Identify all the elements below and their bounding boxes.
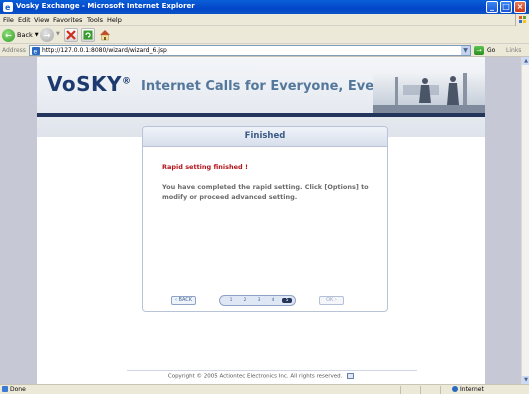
menu-tools[interactable]: Tools <box>87 16 103 24</box>
back-button[interactable]: ← Back ▼ <box>2 28 39 42</box>
menu-file[interactable]: File <box>3 16 14 24</box>
minimize-button[interactable]: _ <box>486 1 498 13</box>
logo-text: VoSKY <box>47 72 123 96</box>
status-separator <box>440 386 441 394</box>
ie-logo-icon: e <box>3 2 13 12</box>
banner-photo-image <box>373 71 485 113</box>
forward-button[interactable]: → <box>40 28 54 42</box>
header-banner: VoSKY® Internet Calls for Everyone, Ever… <box>37 57 485 137</box>
step-4: 4 <box>271 298 275 303</box>
panel-description: You have completed the rapid setting. Cl… <box>162 183 369 201</box>
status-separator <box>420 386 421 394</box>
scroll-down-icon[interactable]: ▼ <box>522 376 529 384</box>
step-3: 3 <box>257 298 261 303</box>
footer-logo-icon <box>347 373 355 379</box>
step-5: 5 <box>282 298 292 303</box>
status-text: Done <box>10 386 26 393</box>
scroll-up-icon[interactable]: ▲ <box>522 57 529 65</box>
page-content: VoSKY® Internet Calls for Everyone, Ever… <box>37 57 485 384</box>
back-step-button[interactable]: ‹ BACK <box>171 296 196 305</box>
home-button[interactable] <box>98 28 112 42</box>
forward-dropdown-icon[interactable]: ▼ <box>56 31 60 37</box>
vertical-scrollbar[interactable]: ▲ ▼ <box>521 57 529 384</box>
toolbar: ← Back ▼ → ▼ <box>0 26 529 44</box>
page-icon: e <box>32 47 40 55</box>
copyright-text: Copyright © 2005 Actiontec Electronics I… <box>167 373 343 380</box>
step-2: 2 <box>243 298 247 303</box>
go-arrow-icon[interactable]: → <box>474 46 484 55</box>
stop-icon <box>66 30 76 40</box>
panel-header: Finished <box>143 127 387 147</box>
panel-title: Finished <box>244 131 286 141</box>
footer-divider <box>127 370 417 371</box>
svg-text:e: e <box>5 3 11 12</box>
back-arrow-icon: ← <box>2 28 15 42</box>
ok-button[interactable]: OK › <box>319 296 344 305</box>
address-url: http://127.0.0.1:8080/wizard/wizard_6.js… <box>42 47 167 54</box>
footer: Copyright © 2005 Actiontec Electronics I… <box>37 373 485 380</box>
close-button[interactable]: × <box>514 1 526 13</box>
step-1: 1 <box>229 298 233 303</box>
menu-bar: File Edit View Favorites Tools Help <box>0 14 529 26</box>
page-viewport: VoSKY® Internet Calls for Everyone, Ever… <box>0 57 521 384</box>
maximize-icon: □ <box>502 2 510 11</box>
address-input[interactable]: e http://127.0.0.1:8080/wizard/wizard_6.… <box>29 45 471 56</box>
menu-help[interactable]: Help <box>107 16 122 24</box>
page-done-icon <box>2 386 8 392</box>
vosky-logo: VoSKY® <box>47 72 132 96</box>
logo-registered-mark: ® <box>122 76 132 87</box>
windows-flag-icon <box>515 14 529 26</box>
close-icon: × <box>516 2 524 11</box>
stop-button[interactable] <box>64 28 78 42</box>
address-bar: Address e http://127.0.0.1:8080/wizard/w… <box>0 44 529 57</box>
refresh-icon <box>83 30 93 40</box>
links-button[interactable]: Links <box>506 47 521 54</box>
panel-status-message: Rapid setting finished ! <box>162 163 248 171</box>
minimize-icon: _ <box>490 2 494 11</box>
maximize-button[interactable]: □ <box>500 1 512 13</box>
go-button[interactable]: Go <box>487 47 495 54</box>
menu-view[interactable]: View <box>34 16 49 24</box>
back-dropdown-icon[interactable]: ▼ <box>35 32 39 38</box>
refresh-button[interactable] <box>81 28 95 42</box>
security-zone: Internet <box>460 386 484 393</box>
status-separator <box>400 386 401 394</box>
banner-divider-bar <box>37 113 485 117</box>
window-titlebar: e Vosky Exchange - Microsoft Internet Ex… <box>0 0 529 14</box>
home-icon <box>100 30 110 41</box>
svg-text:e: e <box>34 49 38 56</box>
address-dropdown-icon[interactable]: ▼ <box>461 46 470 55</box>
internet-zone-icon <box>452 386 458 392</box>
back-label: Back <box>17 31 33 39</box>
step-indicator: 1 2 3 4 5 <box>219 295 296 306</box>
window-title: Vosky Exchange - Microsoft Internet Expl… <box>16 2 195 10</box>
forward-arrow-icon: → <box>43 30 51 40</box>
address-label: Address <box>2 47 26 54</box>
menu-favorites[interactable]: Favorites <box>53 16 82 24</box>
menu-edit[interactable]: Edit <box>18 16 31 24</box>
status-bar: Done Internet <box>0 384 529 394</box>
wizard-panel: Finished Rapid setting finished ! You ha… <box>142 126 388 312</box>
